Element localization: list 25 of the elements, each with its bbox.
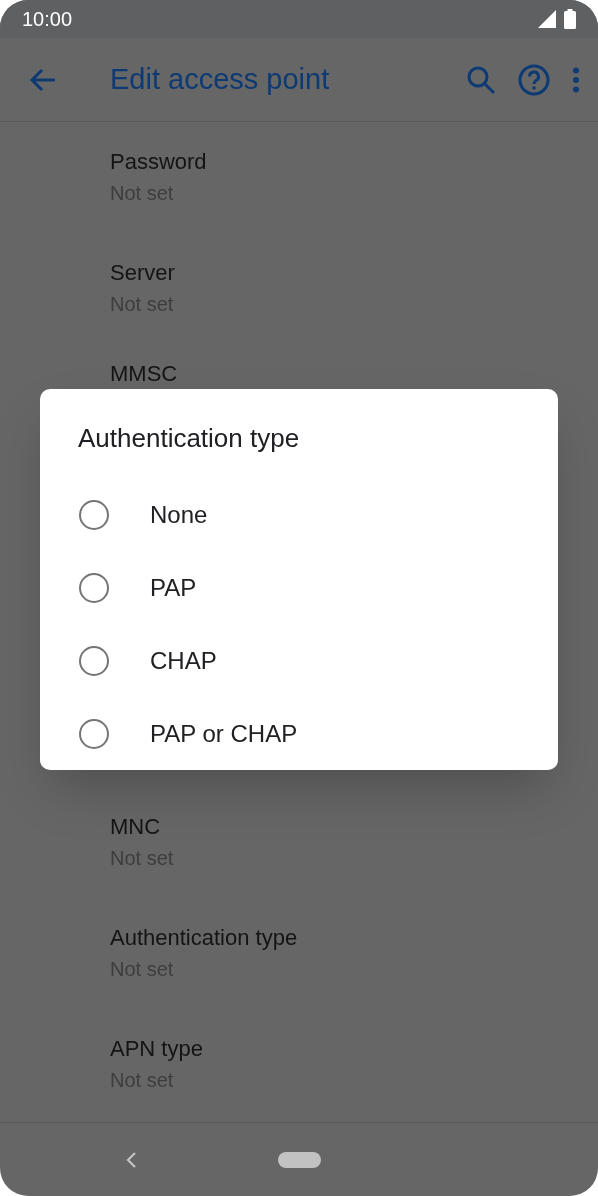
radio-button[interactable]: [79, 499, 109, 530]
option-label[interactable]: PAP or CHAP: [150, 715, 298, 752]
help-icon[interactable]: [518, 63, 550, 96]
dialog-title: Authentication type: [78, 422, 301, 455]
nav-back-icon[interactable]: [125, 1150, 137, 1169]
setting-title: APN type: [110, 1035, 203, 1063]
search-icon[interactable]: [466, 64, 496, 95]
battery-icon: [564, 9, 576, 29]
setting-title: MMSC: [110, 360, 178, 388]
radio-button[interactable]: [79, 645, 109, 676]
radio-button[interactable]: [79, 572, 109, 603]
radio-button[interactable]: [79, 718, 109, 749]
home-pill[interactable]: [278, 1151, 321, 1168]
setting-title: Password: [110, 148, 207, 176]
setting-title: MNC: [110, 813, 161, 841]
status-time: 10:00: [22, 7, 73, 32]
setting-title: Server: [110, 259, 175, 287]
option-label[interactable]: CHAP: [150, 642, 217, 679]
back-arrow-icon: [29, 67, 57, 92]
option-label[interactable]: None: [150, 496, 208, 533]
signal-icon: [538, 10, 556, 28]
more-options-icon[interactable]: [572, 66, 580, 93]
option-label[interactable]: PAP: [150, 569, 197, 606]
screen-title: Edit access point: [110, 61, 330, 97]
setting-title: Authentication type: [110, 924, 298, 952]
